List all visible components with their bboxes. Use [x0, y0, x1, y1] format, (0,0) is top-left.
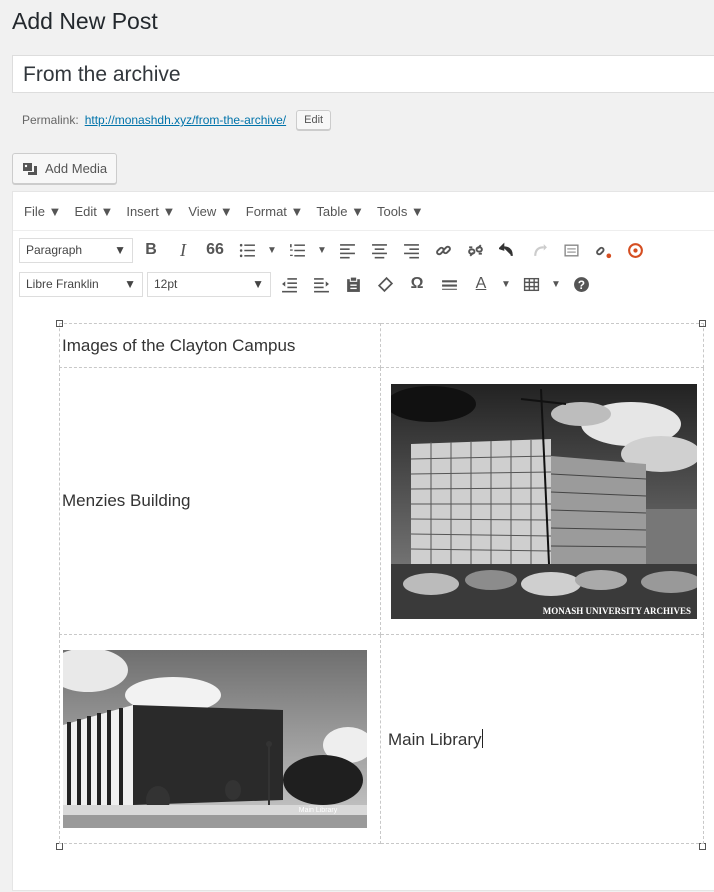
italic-glyph: I — [180, 239, 186, 260]
undo-button[interactable] — [493, 237, 521, 263]
eraser-icon — [377, 276, 393, 292]
permalink-link[interactable]: http://monashdh.xyz/from-the-archive/ — [85, 113, 286, 127]
media-icon — [23, 162, 37, 175]
numbered-list-icon — [289, 243, 305, 257]
align-center-icon — [371, 243, 387, 258]
toolbar-toggle-button[interactable] — [621, 237, 649, 263]
table-row: Images of the Clayton Campus — [59, 323, 704, 368]
menu-insert[interactable]: Insert ▼ — [126, 204, 175, 219]
bold-button[interactable]: B — [137, 237, 165, 263]
table-cell[interactable]: Main Library — [59, 634, 381, 844]
editor-content[interactable]: Images of the Clayton Campus Menzies Bui… — [13, 292, 714, 892]
omega-glyph: Ω — [410, 275, 424, 292]
permalink-row: Permalink: http://monashdh.xyz/from-the-… — [22, 110, 332, 130]
bullet-list-dropdown[interactable]: ▼ — [265, 237, 279, 263]
add-media-label: Add Media — [45, 161, 108, 176]
bullet-list-icon — [239, 243, 255, 257]
menu-file[interactable]: File ▼ — [24, 204, 61, 219]
table-cell[interactable]: Main Library — [380, 634, 704, 844]
align-right-icon — [403, 243, 419, 258]
align-left-icon — [339, 243, 355, 258]
text-cursor — [481, 728, 483, 748]
table-header-text: Images of the Clayton Campus — [62, 335, 296, 355]
table-cell[interactable]: Images of the Clayton Campus — [59, 323, 381, 368]
menu-edit[interactable]: Edit ▼ — [74, 204, 113, 219]
post-title-input[interactable]: From the archive — [12, 55, 714, 93]
redo-button[interactable] — [525, 237, 553, 263]
bold-glyph: B — [145, 241, 157, 258]
format-select[interactable]: Paragraph ▼ — [19, 237, 133, 263]
table-row: Main Library Main Library — [59, 634, 704, 844]
format-select-value: Paragraph — [26, 243, 83, 257]
insert-read-more-button[interactable] — [557, 237, 585, 263]
menu-table[interactable]: Table ▼ — [316, 204, 364, 219]
align-left-button[interactable] — [333, 237, 361, 263]
numbered-list-button[interactable] — [283, 237, 311, 263]
editor: File ▼ Edit ▼ Insert ▼ View ▼ Format ▼ T… — [12, 191, 714, 891]
unlink-icon — [467, 244, 483, 256]
edit-link-button[interactable] — [589, 237, 617, 263]
blockquote-button[interactable]: 66 — [201, 237, 229, 263]
chevron-down-icon: ▼ — [114, 243, 126, 257]
align-right-button[interactable] — [397, 237, 425, 263]
chevron-down-icon: ▼ — [124, 277, 136, 291]
menzies-building-photo[interactable]: MONASH UNIVERSITY ARCHIVES — [391, 383, 697, 619]
link-edit-icon — [595, 246, 611, 258]
insert-link-button[interactable] — [429, 237, 457, 263]
italic-button[interactable]: I — [169, 237, 197, 263]
toolbar-row-1: Paragraph ▼ B I 66 ▼ ▼ — [13, 235, 714, 265]
table-cell[interactable] — [380, 323, 704, 368]
table-icon — [523, 277, 539, 291]
campus-images-table[interactable]: Images of the Clayton Campus Menzies Bui… — [59, 323, 704, 844]
bullet-list-button[interactable] — [233, 237, 261, 263]
main-library-photo[interactable]: Main Library — [63, 650, 367, 828]
toggle-icon — [627, 242, 643, 258]
menzies-building-label: Menzies Building — [62, 491, 191, 510]
read-more-icon — [563, 243, 579, 257]
remove-link-button[interactable] — [461, 237, 489, 263]
menu-format[interactable]: Format ▼ — [246, 204, 304, 219]
clipboard-icon — [346, 276, 360, 292]
resize-handle-bottom-right[interactable] — [699, 843, 706, 850]
table-cell[interactable]: Menzies Building — [59, 367, 381, 635]
text-color-glyph: A — [475, 275, 487, 292]
table-cell[interactable]: MONASH UNIVERSITY ARCHIVES — [380, 367, 704, 635]
page-title: Add New Post — [12, 8, 158, 34]
main-library-label: Main Library — [388, 729, 482, 749]
chevron-down-icon: ▼ — [252, 277, 264, 291]
font-size-value: 12pt — [154, 277, 178, 291]
font-family-value: Libre Franklin — [26, 277, 99, 291]
redo-icon — [533, 243, 547, 256]
permalink-label: Permalink: — [22, 113, 79, 127]
permalink-edit-button[interactable]: Edit — [296, 110, 332, 130]
undo-icon — [498, 242, 513, 256]
link-icon — [435, 245, 451, 255]
svg-text:?: ? — [577, 278, 584, 291]
add-media-button[interactable]: Add Media — [12, 153, 118, 184]
library-photo-caption: Main Library — [299, 807, 338, 814]
table-row: Menzies Building MONASH UNIVERSITY ARCHI… — [59, 367, 704, 635]
quote-glyph: 66 — [206, 241, 224, 258]
menu-view[interactable]: View ▼ — [188, 204, 232, 219]
align-center-button[interactable] — [365, 237, 393, 263]
numbered-list-dropdown[interactable]: ▼ — [315, 237, 329, 263]
editor-menubar: File ▼ Edit ▼ Insert ▼ View ▼ Format ▼ T… — [13, 192, 714, 231]
indent-icon — [313, 277, 329, 292]
menzies-photo-caption: MONASH UNIVERSITY ARCHIVES — [543, 606, 691, 616]
horizontal-line-icon — [441, 279, 457, 290]
resize-handle-bottom-left[interactable] — [56, 843, 63, 850]
outdent-icon — [281, 277, 297, 292]
menu-tools[interactable]: Tools ▼ — [377, 204, 424, 219]
help-icon: ? — [573, 276, 589, 292]
